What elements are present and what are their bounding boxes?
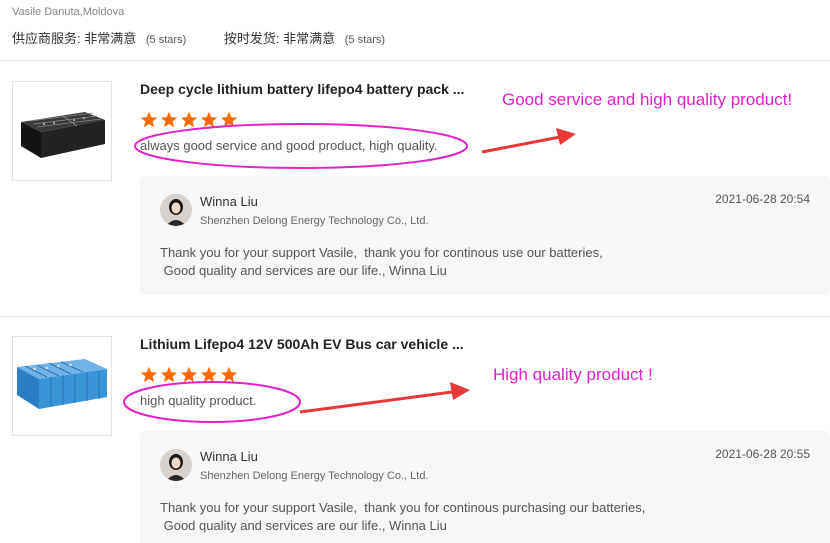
arrow-icon (481, 128, 576, 154)
annotation-overlay (123, 123, 576, 423)
highlight-ellipse (134, 123, 468, 169)
arrow-icon (299, 382, 470, 414)
highlight-ellipse (123, 381, 301, 423)
